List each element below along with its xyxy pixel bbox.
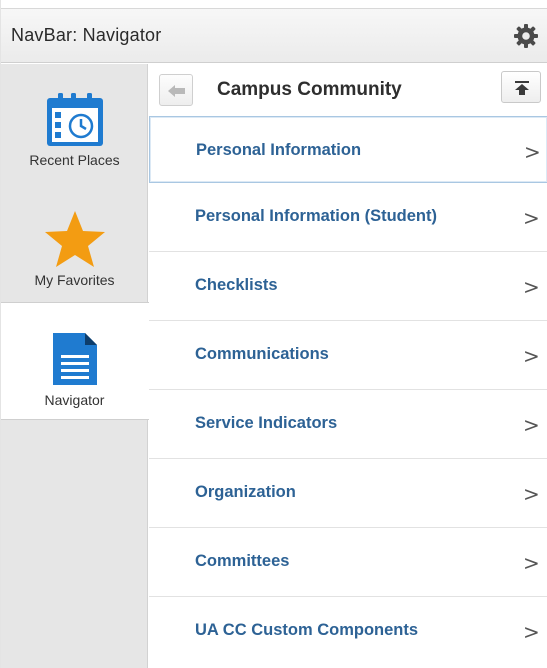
list-item[interactable]: UA CC Custom Components > bbox=[149, 597, 547, 666]
navbar-header: NavBar: Navigator bbox=[1, 8, 547, 63]
chevron-right-icon: > bbox=[524, 140, 541, 164]
list-item[interactable]: Organization > bbox=[149, 459, 547, 528]
rail-label-navigator: Navigator bbox=[44, 392, 105, 408]
list-item-label: Organization bbox=[195, 483, 296, 501]
list-item[interactable]: Service Indicators > bbox=[149, 390, 547, 459]
breadcrumb: Campus Community bbox=[149, 64, 547, 116]
list-item-label: Service Indicators bbox=[195, 414, 338, 432]
star-icon bbox=[1, 210, 148, 273]
list-item-label: Checklists bbox=[195, 276, 278, 294]
list-item[interactable]: Personal Information (Student) > bbox=[149, 183, 547, 252]
list-item[interactable]: Checklists > bbox=[149, 252, 547, 321]
chevron-right-icon: > bbox=[523, 275, 540, 299]
navigator-content: Campus Community Personal Information > … bbox=[149, 64, 547, 668]
rail-item-navigator[interactable]: Navigator bbox=[1, 302, 149, 420]
menu-list: Personal Information > Personal Informat… bbox=[149, 116, 547, 666]
list-item-label: UA CC Custom Components bbox=[195, 621, 419, 639]
gear-icon[interactable] bbox=[513, 23, 539, 49]
list-item-label: Committees bbox=[195, 552, 290, 570]
chevron-right-icon: > bbox=[523, 206, 540, 230]
navbar-rail: Recent Places My Favorites Navigator bbox=[1, 64, 149, 668]
chevron-right-icon: > bbox=[523, 551, 540, 575]
rail-label-my-favorites: My Favorites bbox=[34, 272, 115, 288]
document-icon bbox=[1, 331, 148, 392]
chevron-right-icon: > bbox=[523, 482, 540, 506]
list-item[interactable]: Communications > bbox=[149, 321, 547, 390]
navbar-panel: NavBar: Navigator Recent Places My Favor… bbox=[0, 0, 547, 668]
calendar-clock-icon bbox=[1, 92, 148, 153]
scroll-to-top-icon bbox=[514, 80, 530, 101]
chevron-right-icon: > bbox=[523, 620, 540, 644]
list-item-label: Communications bbox=[195, 345, 329, 363]
back-arrow-icon bbox=[167, 83, 187, 104]
chevron-right-icon: > bbox=[523, 413, 540, 437]
rail-item-recent-places[interactable]: Recent Places bbox=[1, 64, 148, 182]
rail-label-recent-places: Recent Places bbox=[29, 152, 120, 168]
scroll-to-top-button[interactable] bbox=[501, 71, 541, 103]
chevron-right-icon: > bbox=[523, 344, 540, 368]
rail-item-my-favorites[interactable]: My Favorites bbox=[1, 182, 148, 300]
list-item[interactable]: Committees > bbox=[149, 528, 547, 597]
navbar-title: NavBar: Navigator bbox=[11, 25, 162, 45]
breadcrumb-title: Campus Community bbox=[217, 79, 402, 100]
list-item-label: Personal Information (Student) bbox=[195, 207, 438, 225]
list-item[interactable]: Personal Information > bbox=[149, 116, 547, 183]
list-item-label: Personal Information bbox=[196, 141, 362, 159]
back-button[interactable] bbox=[159, 74, 193, 106]
